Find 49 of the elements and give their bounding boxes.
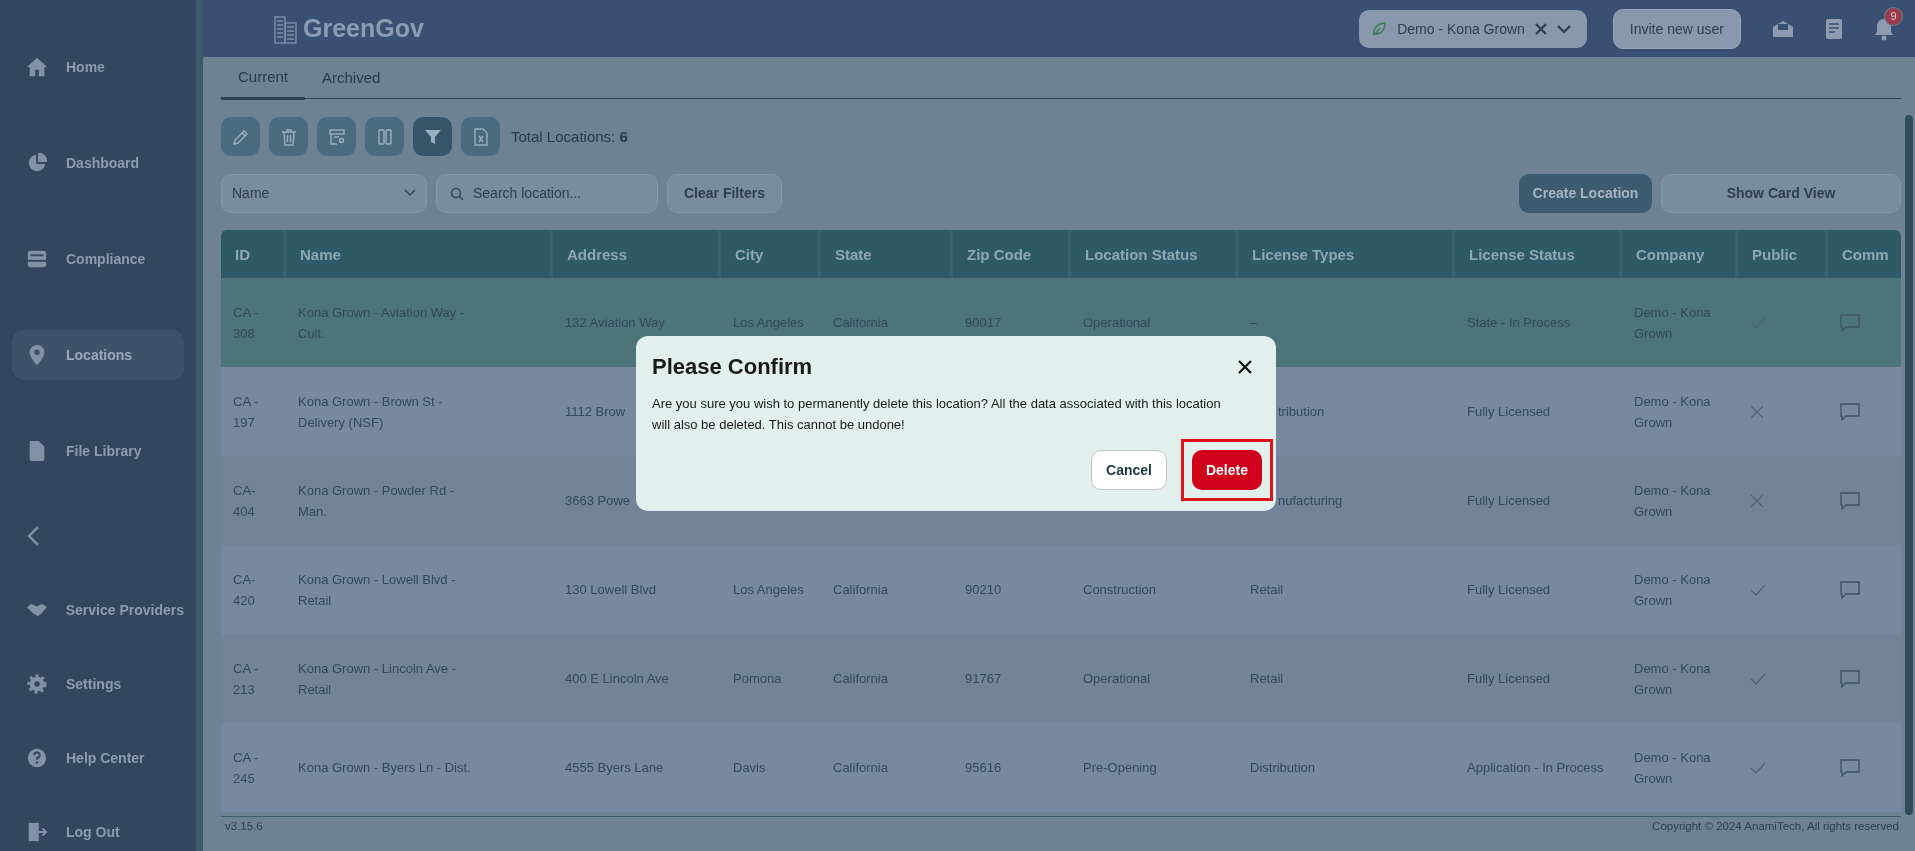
table-cell-text: 3663 Powe: [565, 492, 631, 510]
table-cell-text: Demo - Kona Grown: [1634, 570, 1712, 610]
table-cell-text: 1112 Brow: [565, 403, 626, 421]
table-cell-text: CA - 245: [233, 748, 260, 788]
dialog-message: Are you sure you wish to permanently delete this location? All the data associated with this location will also be deleted. This cannot be undone!: [652, 395, 1222, 434]
table-cell-text: 4555 Byers Lane: [565, 759, 664, 777]
table-cell-text: Pre-Opening: [1083, 759, 1157, 777]
app-logo-text: GreenGov: [303, 14, 424, 43]
table-cell-text: CA-404: [233, 481, 257, 521]
table-cell-text: Demo - Kona Grown: [1634, 481, 1712, 521]
table-cell-text: 400 E Lincoln Ave: [565, 670, 669, 688]
notification-badge: 9: [1884, 6, 1903, 26]
table-cell-text: 95616: [965, 759, 1002, 777]
table-cell-text: nufacturing: [1278, 492, 1343, 510]
table-cell-text: California: [833, 581, 888, 599]
table-cell-text: Construction: [1083, 581, 1156, 599]
table-cell-text: Kona Grown - Powder Rd - Man.: [298, 481, 456, 521]
table-cell-text: Fully Licensed: [1467, 670, 1551, 688]
table-cell-text: 90210: [965, 581, 1002, 599]
table-cell-text: Fully Licensed: [1467, 403, 1551, 421]
total-count: Total Locations: 6: [511, 128, 628, 145]
table-cell-text: Demo - Kona Grown: [1634, 392, 1712, 432]
copyright-text: Copyright © 2024 AnamiTech, All rights reserved: [1652, 820, 1899, 832]
table-cell-text: Kona Grown - Lowell Blvd - Retail: [298, 570, 457, 610]
table-cell-text: tribution: [1278, 403, 1325, 421]
table-cell-text: Distribution: [1250, 759, 1316, 777]
table-cell-text: CA - 213: [233, 659, 260, 699]
table-cell-text: Retail: [1250, 670, 1284, 688]
table-cell-text: Fully Licensed: [1467, 581, 1551, 599]
table-cell-text: Operational: [1083, 670, 1151, 688]
table-cell-text: Retail: [1250, 581, 1284, 599]
table-cell-text: California: [833, 759, 888, 777]
table-cell-text: Demo - Kona Grown: [1634, 748, 1712, 788]
table-cell-text: Davis: [733, 759, 766, 777]
table-cell-text: Kona Grown - Lincoln Ave - Retail: [298, 659, 457, 699]
table-cell-text: Los Angeles: [733, 581, 804, 599]
table-cell-text: Kona Grown - Brown St - Delivery (NSF): [298, 392, 444, 432]
table-cell-text: Application - In Process: [1467, 759, 1604, 777]
table-cell-text: CA - 197: [233, 392, 260, 432]
table-cell-text: CA-420: [233, 570, 257, 610]
table-cell-text: 130 Lowell Blvd: [565, 581, 657, 599]
table-cell-text: Pomona: [733, 670, 782, 688]
table-cell-text: Demo - Kona Grown: [1634, 659, 1712, 699]
table-cell-text: –: [1250, 314, 1258, 332]
table-cell-text: Kona Grown - Byers Ln - Dist.: [298, 759, 471, 777]
version-text: v3.15.6: [225, 820, 263, 832]
table-cell-text: 91767: [965, 670, 1002, 688]
table-cell-text: California: [833, 670, 888, 688]
table-cell-text: Fully Licensed: [1467, 492, 1551, 510]
